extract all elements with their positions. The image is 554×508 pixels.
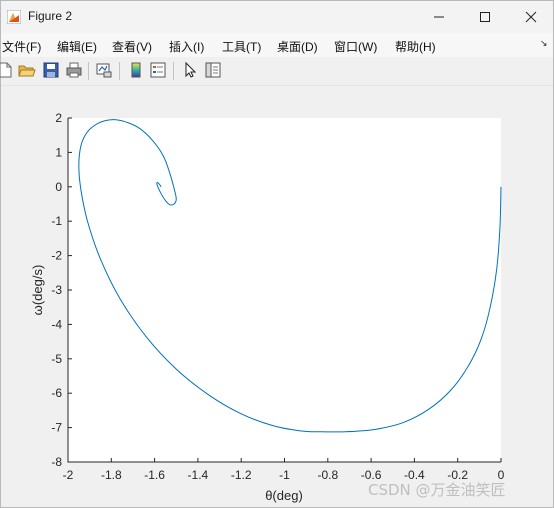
menu-insert[interactable]: 插入(I) <box>169 38 204 55</box>
property-editor-icon[interactable] <box>204 61 222 79</box>
y-tick-label: 2 <box>55 111 62 125</box>
toolbar-separator <box>173 62 174 80</box>
close-button[interactable] <box>508 1 554 33</box>
y-tick-label: -1 <box>51 214 62 228</box>
x-axis-label: θ(deg) <box>265 488 303 503</box>
edit-plot-icon[interactable] <box>181 61 199 79</box>
toolbar-separator <box>88 62 89 80</box>
y-tick-label: -5 <box>51 352 62 366</box>
y-axis-label: ω(deg/s) <box>30 265 45 316</box>
y-tick-label: -4 <box>51 317 62 331</box>
figure-window: Figure 2 文件(F) 编辑(E) 查看(V) 插入(I) 工具(T) 桌… <box>0 0 554 508</box>
y-tick-label: -2 <box>51 249 62 263</box>
save-icon[interactable] <box>42 61 60 79</box>
new-figure-icon[interactable] <box>0 61 14 79</box>
y-tick-label: -8 <box>51 455 62 469</box>
insert-legend-icon[interactable] <box>149 61 167 79</box>
minimize-button[interactable] <box>416 1 462 33</box>
maximize-button[interactable] <box>462 1 508 33</box>
close-icon <box>525 11 537 23</box>
link-plot-icon[interactable] <box>95 61 113 79</box>
y-tick-label: -6 <box>51 386 62 400</box>
menu-help[interactable]: 帮助(H) <box>395 38 436 55</box>
menu-window[interactable]: 窗口(W) <box>334 38 377 55</box>
open-file-icon[interactable] <box>18 61 36 79</box>
menu-tools[interactable]: 工具(T) <box>222 38 261 55</box>
x-tick-label: -2 <box>63 468 74 482</box>
x-tick-label: -1.8 <box>101 468 122 482</box>
x-tick-label: -1.6 <box>144 468 165 482</box>
figure-canvas: -2 -1.8 -1.6 -1.4 -1.2 -1 -0.8 -0.6 -0.4 -0.2 0 21… <box>1 86 553 507</box>
menu-desktop[interactable]: 桌面(D) <box>277 38 318 55</box>
maximize-icon <box>480 12 490 22</box>
x-tick-label: -1 <box>279 468 290 482</box>
menu-bar: 文件(F) 编辑(E) 查看(V) 插入(I) 工具(T) 桌面(D) 窗口(W… <box>1 33 553 57</box>
phase-plot[interactable]: -2 -1.8 -1.6 -1.4 -1.2 -1 -0.8 -0.6 -0.4 -0.2 0 21… <box>1 86 553 507</box>
y-tick-label: -7 <box>51 421 62 435</box>
y-tick-label: 1 <box>55 145 62 159</box>
y-tick-label: -3 <box>51 283 62 297</box>
menu-edit[interactable]: 编辑(E) <box>57 38 97 55</box>
title-bar[interactable]: Figure 2 <box>1 1 553 33</box>
watermark: CSDN @万金油笑匠 <box>368 481 506 499</box>
minimize-icon <box>434 16 444 18</box>
x-tick-label: -1.2 <box>231 468 252 482</box>
figure-toolbar <box>0 57 553 86</box>
insert-colorbar-icon[interactable] <box>127 61 145 79</box>
window-title: Figure 2 <box>28 9 73 23</box>
x-tick-label: -1.4 <box>188 468 209 482</box>
toolbar-separator <box>119 62 120 80</box>
dock-arrow-icon[interactable]: ↘ <box>540 38 548 49</box>
axes-background <box>68 118 501 462</box>
x-tick-label: -0.8 <box>317 468 338 482</box>
print-icon[interactable] <box>65 61 83 79</box>
y-tick-label: 0 <box>55 180 62 194</box>
menu-file[interactable]: 文件(F) <box>2 38 41 55</box>
matlab-figure-icon <box>7 10 21 24</box>
menu-view[interactable]: 查看(V) <box>112 38 152 55</box>
